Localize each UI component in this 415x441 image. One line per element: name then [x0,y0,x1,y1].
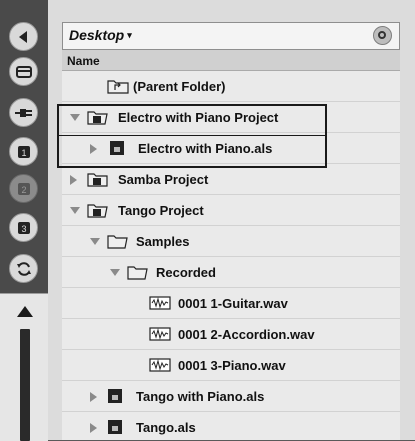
disclosure-closed-icon[interactable] [70,175,77,185]
item-label: Tango Project [118,203,204,218]
list-item[interactable]: Electro with Piano Project [62,102,400,133]
plugins-button[interactable] [9,98,38,127]
folder-open-icon [107,235,128,249]
back-arrow-icon [18,30,27,43]
browser-sidebar: 1 2 3 [0,0,48,441]
list-item[interactable]: Tango with Piano.als [62,381,400,412]
list-item[interactable]: 0001 2-Accordion.wav [62,319,400,350]
refresh-icon [16,261,31,276]
list-item[interactable]: Samples [62,226,400,257]
item-label: Tango with Piano.als [136,389,265,404]
item-label: (Parent Folder) [133,79,226,94]
item-label: Recorded [156,265,216,280]
folder-open-icon [127,266,148,280]
disclosure-closed-icon[interactable] [90,144,97,154]
parent-folder-icon [107,80,129,94]
place-1-button[interactable]: 1 [9,137,38,166]
list-item[interactable]: Electro with Piano.als [62,133,400,164]
live-set-icon [108,420,122,434]
list-item[interactable]: Tango Project [62,195,400,226]
list-item[interactable]: 0001 3-Piano.wav [62,350,400,381]
scroll-up-arrow-icon[interactable] [17,306,33,317]
item-label: Electro with Piano Project [118,110,279,125]
live-set-icon [110,141,124,155]
place-3-button[interactable]: 3 [9,213,38,242]
item-label: 0001 2-Accordion.wav [178,327,315,342]
chevron-down-icon: ▾ [127,30,132,40]
live-set-icon [108,389,122,403]
item-label: Samba Project [118,172,209,187]
project-folder-icon [87,173,108,187]
location-bar[interactable]: Desktop ▾ [62,22,400,50]
file-list: (Parent Folder) Electro with Piano Proje… [62,71,400,440]
project-folder-icon [87,204,108,218]
item-label: Electro with Piano.als [138,141,273,156]
project-folder-icon [87,111,108,125]
item-label: Tango.als [136,420,196,435]
list-item[interactable]: Samba Project [62,164,400,195]
item-label: 0001 1-Guitar.wav [178,296,288,311]
file-browser-panel: Desktop ▾ Name (Parent Folder) Electro wi… [48,0,415,440]
list-item[interactable]: Tango.als [62,412,400,440]
list-item[interactable]: Recorded [62,257,400,288]
plugin-icon [14,108,32,117]
audio-file-icon [149,327,171,341]
disclosure-closed-icon[interactable] [90,423,97,433]
svg-text:3: 3 [21,224,26,234]
list-item[interactable]: (Parent Folder) [62,71,400,102]
back-button[interactable] [9,22,38,51]
disk-2-icon: 2 [17,182,30,195]
disk-3-icon: 3 [17,221,30,234]
refresh-button[interactable] [9,254,38,283]
disclosure-open-icon[interactable] [90,238,100,245]
place-2-button[interactable]: 2 [9,174,38,203]
vertical-scrollbar[interactable] [0,293,48,441]
devices-button[interactable] [9,57,38,86]
search-button[interactable] [373,26,392,45]
search-icon [378,31,386,39]
svg-text:2: 2 [21,185,26,195]
disclosure-open-icon[interactable] [110,269,120,276]
devices-icon [15,65,32,78]
disclosure-open-icon[interactable] [70,207,80,214]
column-header-name[interactable]: Name [62,50,400,71]
scroll-thumb[interactable] [20,329,30,441]
disclosure-open-icon[interactable] [70,114,80,121]
location-dropdown[interactable]: Desktop ▾ [69,27,132,43]
list-item[interactable]: 0001 1-Guitar.wav [62,288,400,319]
svg-text:1: 1 [21,148,26,158]
disk-1-icon: 1 [17,145,30,158]
audio-file-icon [149,296,171,310]
disclosure-closed-icon[interactable] [90,392,97,402]
item-label: Samples [136,234,190,249]
item-label: 0001 3-Piano.wav [178,358,286,373]
audio-file-icon [149,358,171,372]
